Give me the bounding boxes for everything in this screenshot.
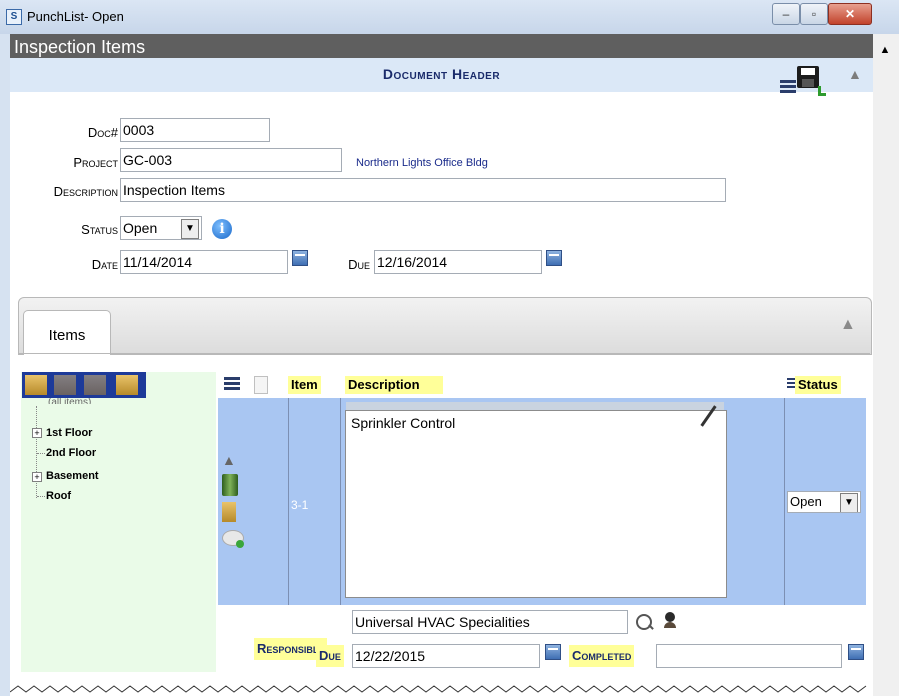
document-header-title: Document Header <box>382 66 501 82</box>
item-number: 3-1 <box>291 498 309 512</box>
move-up-icon[interactable]: ▲ <box>222 452 236 468</box>
grid-menu-icon[interactable] <box>224 377 240 390</box>
torn-edge <box>10 685 867 693</box>
calendar-icon[interactable] <box>545 644 561 660</box>
column-header-description[interactable]: Description <box>345 376 443 394</box>
calendar-icon[interactable] <box>292 250 308 266</box>
column-header-item[interactable]: Item <box>288 376 321 394</box>
row-status-value: Open <box>790 494 822 509</box>
detail-due-field[interactable]: 12/22/2015 <box>352 644 540 668</box>
move-folder-icon[interactable] <box>116 375 138 395</box>
description-label: Description <box>53 184 118 199</box>
calendar-icon[interactable] <box>848 644 864 660</box>
tree-pane <box>21 372 216 672</box>
expand-icon[interactable]: + <box>32 472 42 482</box>
doc-number-label: Doc# <box>87 125 118 140</box>
collapse-panel-icon[interactable]: ▲ <box>840 316 856 334</box>
description-text: Sprinkler Control <box>351 415 456 431</box>
column-header-status[interactable]: Status <box>795 376 841 394</box>
completed-label: Completed <box>569 645 635 667</box>
save-icon[interactable] <box>797 66 819 88</box>
chevron-down-icon[interactable]: ▼ <box>840 493 858 512</box>
due-field[interactable]: 12/16/2014 <box>374 250 542 274</box>
person-icon[interactable] <box>664 612 676 630</box>
collapse-icon[interactable]: ▲ <box>848 66 862 82</box>
close-button[interactable]: ✕ <box>828 3 872 25</box>
date-label: Date <box>91 257 118 272</box>
due-label: Due <box>348 257 370 272</box>
tab-items[interactable]: Items <box>23 310 111 355</box>
delete-folder-icon[interactable] <box>84 375 106 395</box>
tree-node-1st-floor[interactable]: 1st Floor <box>46 427 92 439</box>
tree-node-2nd-floor[interactable]: 2nd Floor <box>46 447 96 459</box>
calendar-icon[interactable] <box>546 250 562 266</box>
project-name-link[interactable]: Northern Lights Office Bldg <box>356 157 488 169</box>
add-item-icon[interactable] <box>254 376 268 394</box>
scroll-up-arrow-icon[interactable]: ▲ <box>876 42 894 58</box>
responsible-field[interactable]: Universal HVAC Specialities <box>352 610 628 634</box>
edit-folder-icon[interactable] <box>54 375 76 395</box>
page-title: Inspection Items <box>10 34 873 58</box>
menu-icon[interactable] <box>780 80 796 93</box>
tree-root-label[interactable]: (all items) <box>48 398 91 404</box>
maximize-button[interactable]: ▫ <box>800 3 828 25</box>
row-status-select[interactable]: Open ▼ <box>787 491 861 513</box>
minimize-button[interactable]: – <box>772 3 800 25</box>
info-icon[interactable]: i <box>212 219 232 239</box>
date-field[interactable]: 11/14/2014 <box>120 250 288 274</box>
project-label: Project <box>73 155 118 170</box>
project-field[interactable]: GC-003 <box>120 148 342 172</box>
window-title: PunchList- Open <box>27 9 124 24</box>
tree-node-roof[interactable]: Roof <box>46 490 71 502</box>
chevron-down-icon[interactable]: ▼ <box>181 219 199 239</box>
folder-icon[interactable] <box>222 502 236 522</box>
window-title-bar <box>0 0 899 35</box>
status-select[interactable]: Open ▼ <box>120 216 202 240</box>
window-frame-left <box>0 34 10 696</box>
tree-node-basement[interactable]: Basement <box>46 470 99 482</box>
add-folder-icon[interactable] <box>25 375 47 395</box>
app-icon: S <box>6 9 22 25</box>
items-panel-header <box>18 297 872 355</box>
completed-field[interactable] <box>656 644 842 668</box>
status-label: Status <box>81 222 118 237</box>
description-textarea[interactable] <box>345 410 727 598</box>
trash-icon[interactable] <box>222 474 238 496</box>
detail-due-label: Due <box>316 645 344 667</box>
vertical-scrollbar[interactable] <box>873 34 899 696</box>
status-selected-value: Open <box>123 220 158 236</box>
expand-icon[interactable]: + <box>32 428 42 438</box>
doc-number-field[interactable]: 0003 <box>120 118 270 142</box>
description-field[interactable]: Inspection Items <box>120 178 726 202</box>
